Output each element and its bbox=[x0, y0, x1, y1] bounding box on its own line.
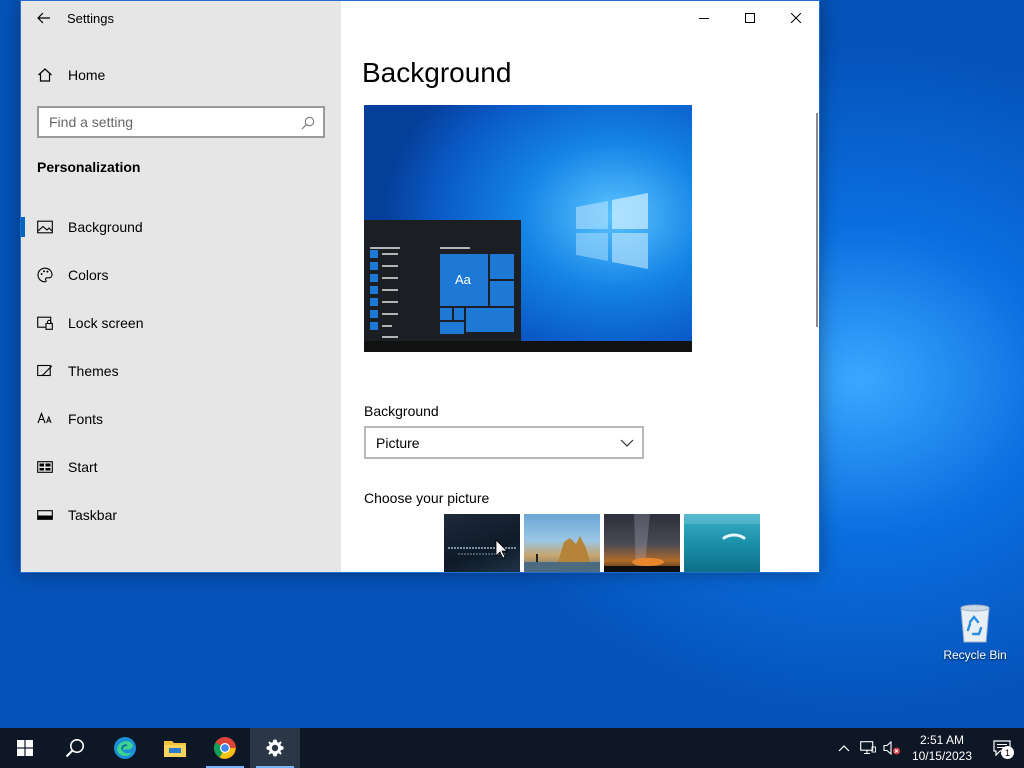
sidebar-item-start[interactable]: Start bbox=[21, 443, 341, 491]
clock-time: 2:51 AM bbox=[919, 733, 964, 747]
picture-thumbnails bbox=[444, 514, 760, 572]
home-icon bbox=[38, 68, 52, 82]
content-pane: Background Aa Background Picture Choose … bbox=[341, 1, 819, 572]
settings-taskbar-button[interactable] bbox=[250, 728, 300, 768]
back-arrow-icon bbox=[37, 12, 50, 24]
content-scrollbar[interactable] bbox=[816, 113, 818, 327]
sidebar-item-label: Taskbar bbox=[68, 507, 118, 523]
thumbnail-milky-way[interactable] bbox=[604, 514, 680, 572]
start-button[interactable] bbox=[0, 728, 50, 768]
preview-tile-text: Aa bbox=[455, 272, 471, 287]
thumbnail-night-sky[interactable] bbox=[444, 514, 520, 572]
sidebar-item-label: Themes bbox=[68, 363, 119, 379]
maximize-button[interactable] bbox=[727, 1, 773, 35]
search-icon bbox=[65, 739, 84, 758]
edge-icon bbox=[114, 737, 136, 759]
clock[interactable]: 2:51 AM 10/15/2023 bbox=[904, 732, 980, 764]
volume-button[interactable] bbox=[880, 728, 904, 768]
chrome-icon bbox=[214, 737, 236, 759]
search-box[interactable] bbox=[37, 106, 325, 138]
sidebar-item-label: Fonts bbox=[68, 411, 104, 427]
action-center-button[interactable]: 1 bbox=[980, 728, 1024, 768]
picture-icon bbox=[37, 219, 53, 235]
sidebar-item-background[interactable]: Background bbox=[21, 203, 341, 251]
close-icon bbox=[791, 13, 801, 23]
home-label: Home bbox=[68, 67, 106, 83]
minimize-button[interactable] bbox=[681, 1, 727, 35]
settings-window: Settings Home Personalization Background bbox=[20, 0, 820, 573]
page-title: Background bbox=[362, 57, 512, 88]
thumbnail-underwater[interactable] bbox=[684, 514, 760, 572]
background-label: Background bbox=[364, 403, 439, 419]
taskbar-search-button[interactable] bbox=[50, 728, 100, 768]
background-select[interactable]: Picture bbox=[364, 426, 644, 459]
sidebar-item-lock-screen[interactable]: Lock screen bbox=[21, 299, 341, 347]
network-button[interactable] bbox=[856, 728, 880, 768]
recycle-bin[interactable]: Recycle Bin bbox=[940, 600, 1010, 662]
start-menu-icon bbox=[37, 459, 53, 475]
fonts-icon bbox=[37, 411, 53, 427]
sidebar-item-label: Start bbox=[68, 459, 98, 475]
chrome-button[interactable] bbox=[200, 728, 250, 768]
choose-picture-label: Choose your picture bbox=[364, 490, 490, 506]
chevron-up-icon bbox=[838, 745, 850, 752]
title-bar: Settings bbox=[21, 1, 341, 35]
window-controls bbox=[681, 1, 819, 35]
volume-muted-icon bbox=[883, 741, 900, 755]
taskbar-icon bbox=[37, 507, 53, 523]
system-tray: 2:51 AM 10/15/2023 1 bbox=[832, 728, 1024, 768]
show-hidden-icons-button[interactable] bbox=[832, 728, 856, 768]
sidebar-item-fonts[interactable]: Fonts bbox=[21, 395, 341, 443]
sidebar-item-taskbar[interactable]: Taskbar bbox=[21, 491, 341, 539]
sidebar-item-colors[interactable]: Colors bbox=[21, 251, 341, 299]
home-link[interactable]: Home bbox=[37, 61, 105, 89]
search-input[interactable] bbox=[49, 114, 289, 130]
sidebar: Settings Home Personalization Background bbox=[21, 1, 341, 572]
maximize-icon bbox=[745, 13, 755, 23]
palette-icon bbox=[37, 267, 53, 283]
notification-count-badge: 1 bbox=[1001, 746, 1014, 759]
chevron-down-icon bbox=[620, 439, 634, 447]
back-button[interactable] bbox=[21, 1, 67, 35]
lock-screen-icon bbox=[37, 315, 53, 331]
clock-date: 10/15/2023 bbox=[911, 749, 972, 763]
sidebar-nav: Background Colors Lock screen Themes Fon… bbox=[21, 203, 341, 539]
window-title: Settings bbox=[67, 10, 114, 26]
background-preview: Aa bbox=[364, 105, 692, 352]
preview-taskbar bbox=[364, 341, 692, 352]
background-select-value: Picture bbox=[376, 434, 420, 451]
minimize-icon bbox=[699, 18, 709, 19]
gear-icon bbox=[266, 739, 284, 757]
windows-start-icon bbox=[17, 740, 33, 756]
section-title: Personalization bbox=[37, 159, 141, 175]
recycle-bin-icon bbox=[955, 600, 995, 644]
windows-logo-icon bbox=[576, 193, 648, 269]
thumbnail-beach-rocks[interactable] bbox=[524, 514, 600, 572]
search-icon bbox=[301, 116, 315, 130]
edge-button[interactable] bbox=[100, 728, 150, 768]
sidebar-item-label: Background bbox=[68, 219, 143, 235]
network-icon bbox=[860, 741, 876, 755]
preview-start-menu: Aa bbox=[364, 220, 521, 341]
file-explorer-button[interactable] bbox=[150, 728, 200, 768]
sidebar-item-label: Lock screen bbox=[68, 315, 144, 331]
recycle-bin-label: Recycle Bin bbox=[943, 648, 1007, 662]
taskbar: 2:51 AM 10/15/2023 1 bbox=[0, 728, 1024, 768]
themes-icon bbox=[37, 363, 53, 379]
close-button[interactable] bbox=[773, 1, 819, 35]
sidebar-item-label: Colors bbox=[68, 267, 109, 283]
file-explorer-icon bbox=[164, 741, 186, 757]
sidebar-item-themes[interactable]: Themes bbox=[21, 347, 341, 395]
